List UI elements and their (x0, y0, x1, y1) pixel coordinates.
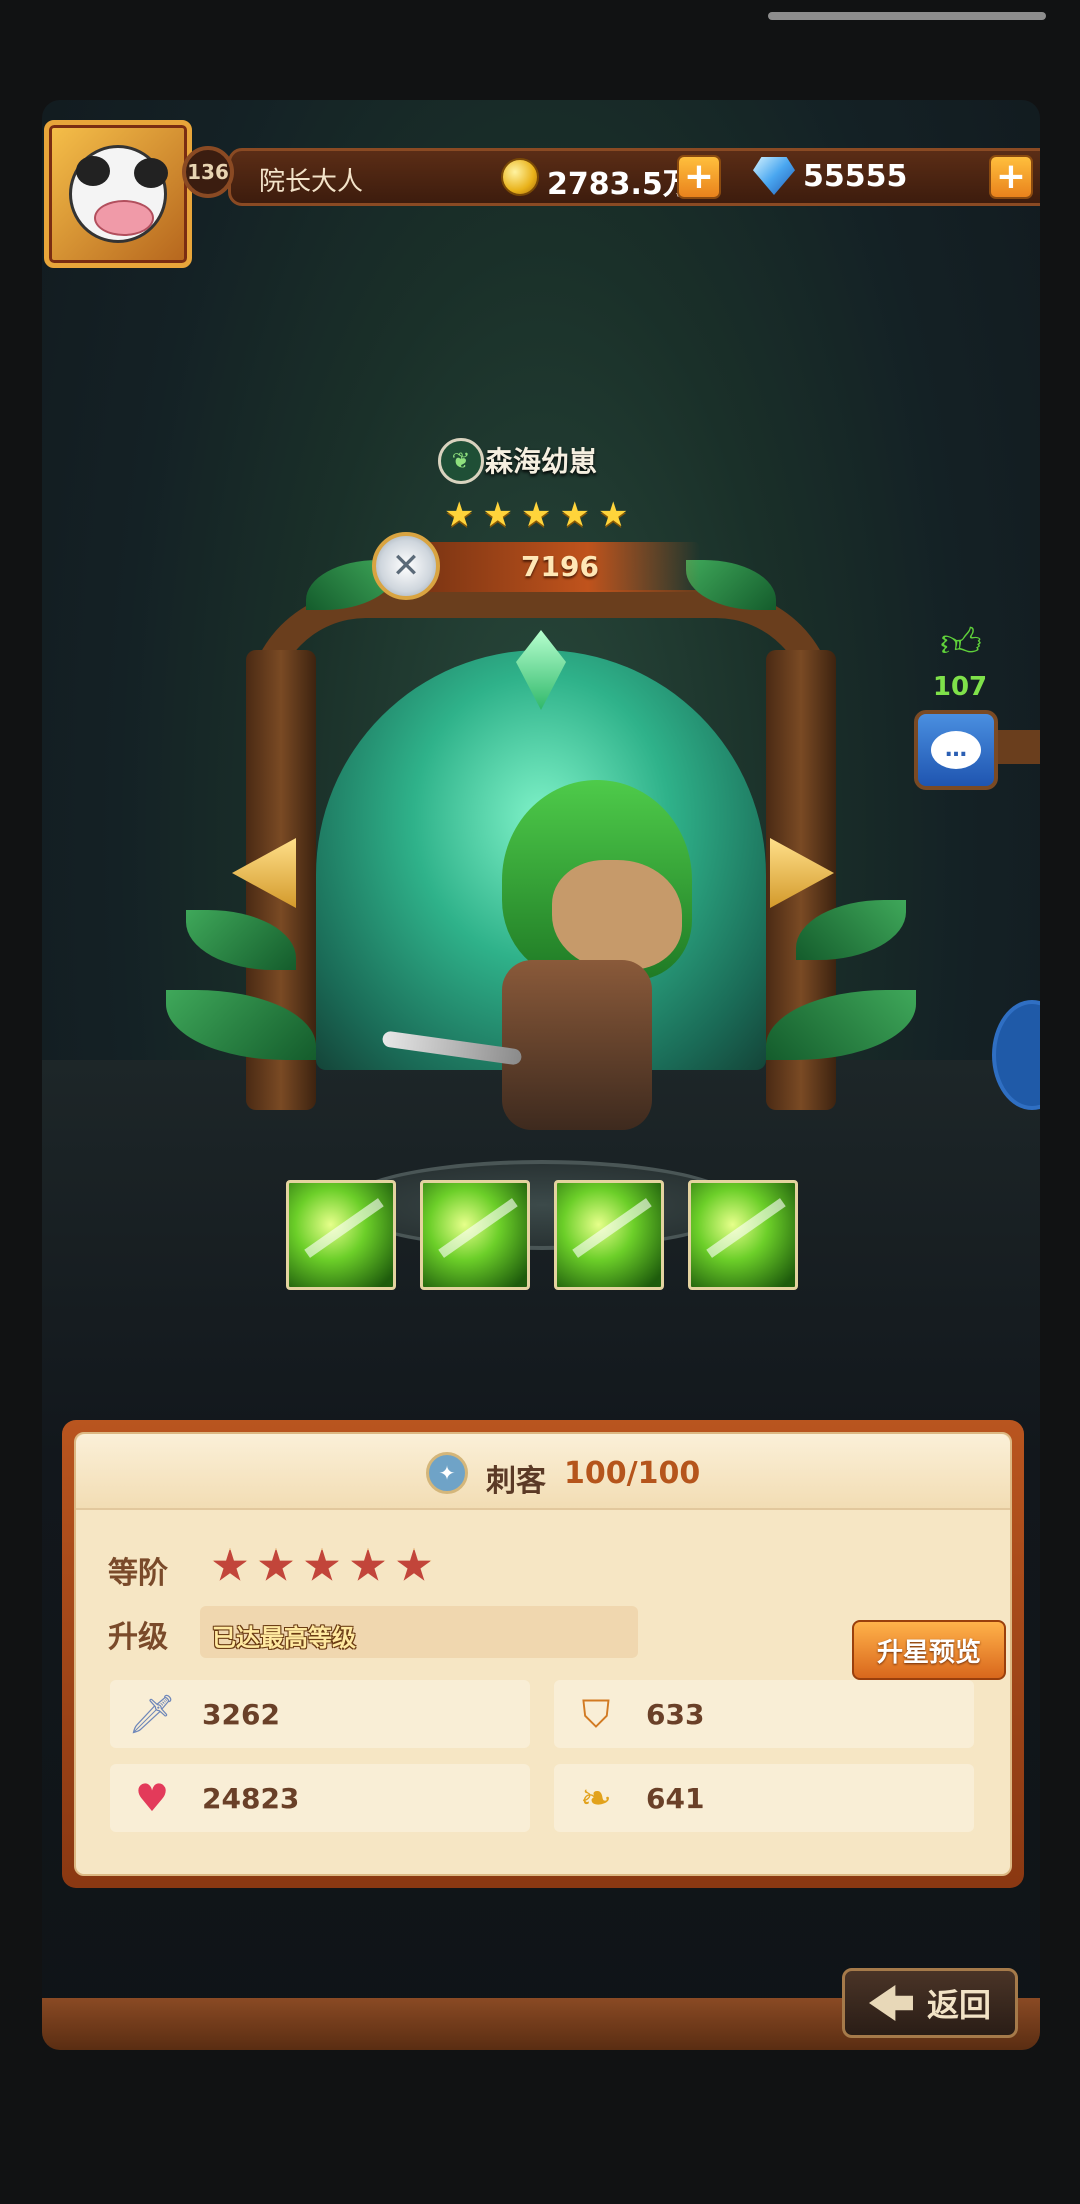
back-button[interactable]: 返回 (842, 1968, 1018, 2038)
rank-star-icon (396, 1548, 432, 1581)
star-icon: ★ (520, 495, 552, 535)
attack-value: 3262 (202, 1698, 280, 1731)
class-progress: 100/100 (564, 1456, 701, 1491)
speed-value: 641 (646, 1782, 705, 1815)
defense-stat: ⛉ 633 (554, 1680, 974, 1748)
cow-avatar-icon (69, 145, 168, 243)
player-name: 院长大人 (259, 167, 364, 197)
rank-star-icon (258, 1548, 294, 1581)
class-row: ✦ 刺客 100/100 (76, 1434, 1010, 1510)
rank-star-icon (304, 1548, 340, 1581)
like-count: 107 (932, 672, 988, 702)
wing-icon: ❧ (580, 1776, 612, 1820)
top-header: 院长大人 2783.5万 + 55555 + 136 (42, 118, 1040, 278)
star-icon: ★ (559, 495, 590, 535)
crossed-swords-icon: ✕ (372, 532, 440, 600)
status-indicator (768, 12, 1046, 20)
add-diamond-button[interactable]: + (989, 155, 1033, 199)
hero-star-rating: ★ ★ ★ ★ ★ (444, 498, 628, 534)
diamond-icon (753, 157, 795, 195)
comment-button[interactable]: … (914, 710, 998, 790)
rank-star-icon (350, 1548, 386, 1581)
hp-value: 24823 (202, 1782, 300, 1815)
triple-slash-skill-icon[interactable] (420, 1180, 530, 1290)
skill-list (286, 1180, 798, 1290)
add-gold-button[interactable]: + (677, 155, 721, 199)
heart-icon: ♥ (134, 1776, 170, 1820)
player-level-badge: 136 (182, 146, 234, 198)
combat-power-bar: 7196 (420, 542, 700, 592)
wolf-howl-skill-icon[interactable] (688, 1180, 798, 1290)
gold-coin-icon (501, 158, 539, 196)
hero-name: 森海幼崽 (484, 445, 597, 478)
diamond-amount: 55555 (803, 159, 908, 194)
combat-power-value: 7196 (521, 550, 599, 583)
shield-icon: ⛉ (581, 1691, 611, 1736)
class-name: 刺客 (486, 1464, 546, 1499)
wolf-hero-sprite[interactable] (381, 780, 732, 1200)
upgrade-label: 升级 (108, 1620, 168, 1655)
resource-bar: 院长大人 2783.5万 + 55555 + (228, 148, 1040, 206)
side-tab (998, 730, 1040, 764)
speech-bubble-icon: … (931, 731, 981, 769)
shadow-face-skill-icon[interactable] (554, 1180, 664, 1290)
sword-icon: 🗡︎ (127, 1691, 177, 1736)
star-icon: ★ (482, 495, 513, 535)
player-avatar[interactable] (44, 120, 192, 268)
upgrade-status-box: 已达最高等级 (200, 1606, 638, 1658)
gold-amount: 2783.5万 (547, 167, 693, 202)
hp-stat: ♥ 24823 (110, 1764, 530, 1832)
assassin-class-icon: ✦ (426, 1452, 468, 1494)
star-up-preview-button[interactable]: 升星预览 (852, 1620, 1006, 1680)
speed-stat: ❧ 641 (554, 1764, 974, 1832)
rank-star-icon (212, 1548, 248, 1581)
star-icon: ★ (444, 495, 475, 535)
rank-label: 等阶 (108, 1556, 168, 1591)
game-screen: 院长大人 2783.5万 + 55555 + 136 ❦ 森海幼崽 ★ ★ ★ … (42, 100, 1040, 2050)
phone-frame: 院长大人 2783.5万 + 55555 + 136 ❦ 森海幼崽 ★ ★ ★ … (0, 0, 1080, 2204)
back-arrow-icon (868, 1985, 913, 2021)
claw-slash-skill-icon[interactable] (286, 1180, 396, 1290)
thumbs-up-icon[interactable]: 👍︎ (938, 620, 984, 666)
attack-stat: 🗡︎ 3262 (110, 1680, 530, 1748)
back-label: 返回 (926, 1986, 991, 2024)
defense-value: 633 (646, 1698, 705, 1731)
upgrade-status: 已达最高等级 (212, 1624, 356, 1652)
rank-stars (212, 1548, 432, 1584)
star-icon: ★ (597, 495, 629, 535)
